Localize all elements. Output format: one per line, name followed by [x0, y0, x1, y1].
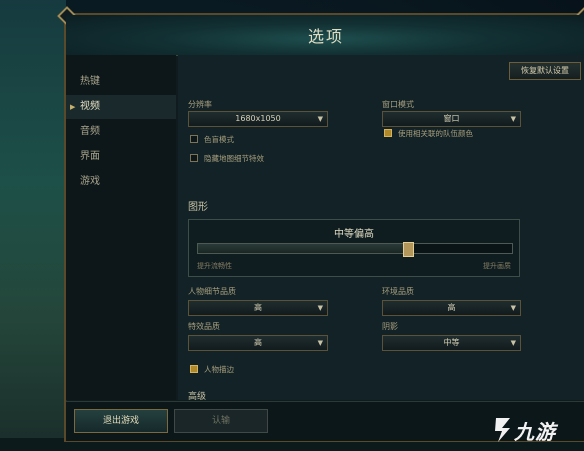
slider-fill	[198, 244, 403, 253]
watermark-text: 九游	[514, 420, 556, 444]
environment-quality-select[interactable]: 高 ▼	[382, 300, 521, 316]
resolution-select[interactable]: 1680x1050 ▼	[188, 111, 328, 127]
character-quality-value: 高	[254, 303, 262, 312]
character-inking-label: 人物描边	[204, 365, 234, 374]
triangle-right-icon: ▶	[70, 103, 76, 111]
graphics-level-label: 中等偏高	[334, 229, 374, 240]
resolution-label: 分辨率	[188, 100, 212, 109]
environment-quality-label: 环境品质	[382, 287, 414, 296]
colorblind-checkbox[interactable]	[190, 135, 198, 143]
sidebar-item-label: 游戏	[80, 176, 100, 187]
chevron-down-icon: ▼	[317, 115, 323, 123]
shadows-select[interactable]: 中等 ▼	[382, 335, 521, 351]
chevron-down-icon: ▼	[510, 115, 516, 123]
watermark-logo: 九游	[492, 408, 582, 448]
sidebar-item-interface[interactable]: 界面	[66, 145, 176, 169]
graphics-quality-box: 中等偏高 提升流畅性 提升画质	[188, 219, 520, 277]
graphics-quality-slider[interactable]	[197, 242, 513, 257]
slider-handle[interactable]	[403, 242, 414, 257]
sidebar-item-label: 热键	[80, 76, 100, 87]
surrender-button[interactable]: 认输	[174, 409, 268, 433]
hint-quality: 提升画质	[483, 262, 511, 270]
chevron-down-icon: ▼	[317, 339, 323, 347]
hide-eyecandy-checkbox[interactable]	[190, 154, 198, 162]
hide-eyecandy-label: 隐藏地图细节特效	[204, 154, 264, 163]
title-bar: 选项	[66, 15, 584, 56]
graphics-section-title: 图形	[188, 202, 208, 213]
team-color-checkbox[interactable]	[384, 129, 392, 137]
effects-quality-select[interactable]: 高 ▼	[188, 335, 328, 351]
window-mode-label: 窗口模式	[382, 100, 414, 109]
video-settings-panel: 恢复默认设置 分辨率 1680x1050 ▼ 窗口模式 窗口 ▼ 色盲模式 隐藏…	[178, 55, 584, 402]
resolution-value: 1680x1050	[235, 114, 281, 123]
environment-quality-value: 高	[447, 303, 456, 312]
sidebar-item-label: 视频	[80, 101, 100, 112]
team-color-label: 使用相关联的队伍颜色	[398, 129, 473, 138]
character-quality-label: 人物细节品质	[188, 287, 236, 296]
shadows-value: 中等	[443, 338, 460, 347]
exit-game-button[interactable]: 退出游戏	[74, 409, 168, 433]
character-inking-checkbox[interactable]	[190, 365, 198, 373]
restore-defaults-button[interactable]: 恢复默认设置	[509, 62, 581, 80]
window-mode-select[interactable]: 窗口 ▼	[382, 111, 521, 127]
options-dialog: 选项 热键 ▶ 视频 音频 界面 游戏 恢复默认设置 分辨率 1680x1050 …	[57, 6, 584, 442]
chevron-down-icon: ▼	[510, 339, 516, 347]
effects-quality-value: 高	[254, 338, 262, 347]
colorblind-label: 色盲模式	[204, 135, 234, 144]
sidebar-item-label: 界面	[80, 151, 100, 162]
hint-smoothness: 提升流畅性	[197, 262, 232, 270]
sidebar-item-sound[interactable]: 音频	[66, 120, 176, 144]
dialog-title: 选项	[307, 27, 344, 46]
sidebar-item-hotkeys[interactable]: 热键	[66, 70, 176, 94]
chevron-down-icon: ▼	[317, 304, 323, 312]
shadows-label: 阴影	[382, 322, 398, 331]
chevron-down-icon: ▼	[510, 304, 516, 312]
character-quality-select[interactable]: 高 ▼	[188, 300, 328, 316]
effects-quality-label: 特效品质	[188, 322, 220, 331]
window-mode-value: 窗口	[443, 114, 460, 123]
sidebar-item-game[interactable]: 游戏	[66, 170, 176, 194]
sidebar-item-video[interactable]: ▶ 视频	[66, 95, 176, 119]
logo-icon	[495, 418, 510, 442]
sidebar-item-label: 音频	[80, 126, 100, 137]
background-artwork	[0, 0, 66, 451]
sidebar: 热键 ▶ 视频 音频 界面 游戏	[66, 55, 176, 400]
